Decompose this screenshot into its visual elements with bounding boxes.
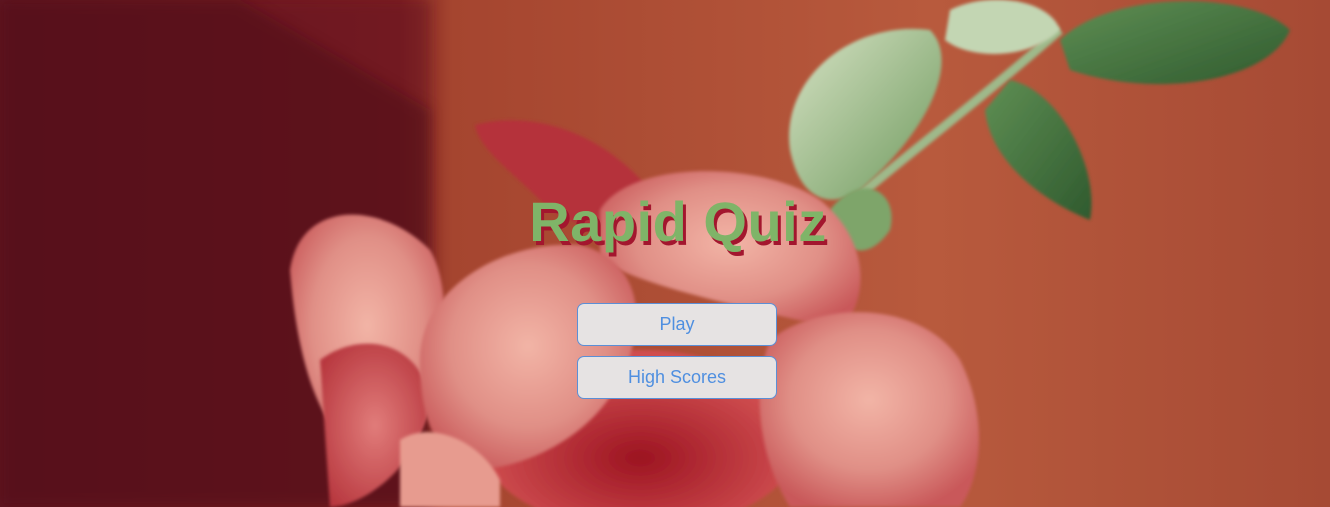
main-menu: Rapid Quiz Play High Scores [0, 0, 1330, 507]
quiz-start-screen: Rapid Quiz Play High Scores [0, 0, 1330, 507]
app-title: Rapid Quiz [529, 190, 827, 253]
play-button[interactable]: Play [577, 303, 777, 346]
high-scores-button[interactable]: High Scores [577, 356, 777, 399]
